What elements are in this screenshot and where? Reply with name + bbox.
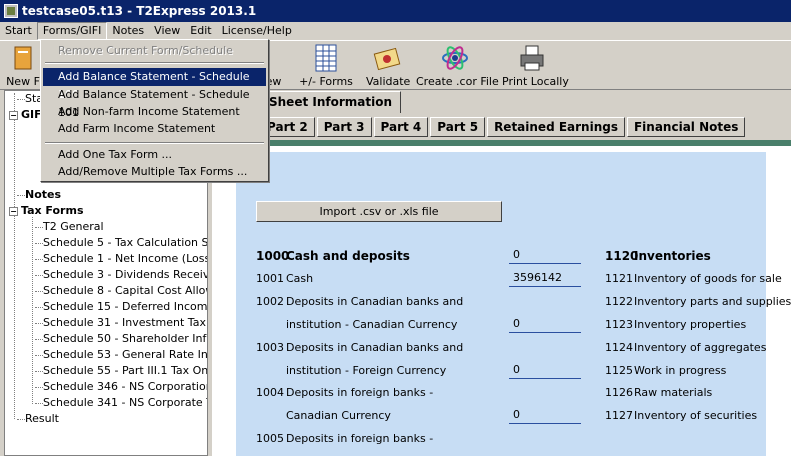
field-code: 1124 [605,341,633,354]
window-title: testcase05.t13 - T2Express 2013.1 [22,4,257,18]
field-label: Deposits in foreign banks - [286,432,434,445]
cash-input[interactable]: 3596142 [509,269,581,287]
field-code: 1002 [256,295,284,308]
field-code: 1000 [256,249,290,263]
new-form-button[interactable]: New F [6,43,40,89]
collapse-icon[interactable]: − [9,206,18,216]
tree-item[interactable]: Schedule 31 - Investment Tax Cre [35,315,207,331]
printer-icon [518,43,546,73]
tree-item[interactable]: Schedule 1 - Net Income (Loss) Fo [35,251,207,267]
menu-bar: Start Forms/GIFI Notes View Edit License… [0,22,791,40]
forms-gifi-dropdown: Remove Current Form/Schedule Add Balance… [40,39,269,182]
tree-node-gifi[interactable]: − GIF [9,107,42,123]
tree-item[interactable]: Schedule 341 - NS Corporate Tax [35,395,207,411]
field-label: Canadian Currency [286,409,391,422]
menu-add-non-farm-income[interactable]: Add Non-farm Income Statement [43,103,266,121]
field-label: Inventory of aggregates [634,341,767,354]
field-label: Deposits in foreign banks - [286,386,434,399]
balance-sheet-panel: Import .csv or .xls file 1000 Cash and d… [236,152,791,456]
menu-forms-gifi[interactable]: Forms/GIFI [36,22,108,40]
tree-item[interactable]: T2 General [35,219,104,235]
field-code: 1005 [256,432,284,445]
field-code: 1003 [256,341,284,354]
cash-deposits-input[interactable]: 0 [509,246,581,264]
forms-grid-icon [312,43,340,73]
field-code: 1121 [605,272,633,285]
menu-add-balance-schedule-101[interactable]: Add Balance Statement - Schedule 101 [43,86,266,119]
collapse-icon[interactable]: − [9,110,18,120]
foreign-banks-cad-input[interactable]: 0 [509,406,581,424]
menu-notes[interactable]: Notes [107,22,149,40]
field-label: Inventory properties [634,318,747,331]
tab-part-4[interactable]: Part 4 [373,117,429,137]
field-code: 1122 [605,295,633,308]
field-label: Deposits in Canadian banks and [286,295,464,308]
field-code: 1125 [605,364,633,377]
tree-item-result[interactable]: Result [17,411,59,427]
field-code: 1123 [605,318,633,331]
tab-financial-notes[interactable]: Financial Notes [626,117,746,137]
field-label: Deposits in Canadian banks and [286,341,464,354]
atom-icon [441,43,469,73]
tree-item[interactable]: Schedule 55 - Part III.1 Tax On E: [35,363,207,379]
tree-item[interactable]: Schedule 53 - General Rate Incom [35,347,207,363]
field-code: 1126 [605,386,633,399]
tree-item[interactable]: Schedule 15 - Deferred Income Pl [35,299,207,315]
menu-start[interactable]: Start [0,22,37,40]
tree-item[interactable]: Schedule 50 - Shareholder Inform [35,331,207,347]
field-label: Inventory parts and supplies [634,295,791,308]
tree-item[interactable]: Schedule 8 - Capital Cost Allowan [35,283,207,299]
field-label: Cash [286,272,314,285]
form-area: Sheet Information Part 2 Part 3 Part 4 P… [212,90,791,456]
menu-add-remove-multiple-tax-forms[interactable]: Add/Remove Multiple Tax Forms ... [43,163,266,181]
print-locally-button[interactable]: Print Locally [502,43,569,89]
app-icon [4,4,18,18]
field-label: institution - Canadian Currency [286,318,458,331]
canadian-banks-foreign-input[interactable]: 0 [509,361,581,379]
canadian-banks-cad-input[interactable]: 0 [509,315,581,333]
menu-add-farm-income[interactable]: Add Farm Income Statement [43,120,266,138]
tab-part-3[interactable]: Part 3 [316,117,372,137]
tab-sheet-information[interactable]: Sheet Information [260,91,402,113]
field-label: institution - Foreign Currency [286,364,447,377]
tree-item[interactable]: Schedule 3 - Dividends Received, [35,267,207,283]
field-label: Cash and deposits [286,249,410,263]
tab-part-5[interactable]: Part 5 [430,117,486,137]
field-label: Inventories [634,249,711,263]
menu-separator [45,62,264,64]
field-code: 1001 [256,272,284,285]
add-remove-forms-button[interactable]: +/- Forms [298,43,354,89]
new-form-icon [9,43,37,73]
menu-add-balance-schedule-100[interactable]: Add Balance Statement - Schedule 100 [43,68,266,101]
field-label: Inventory of goods for sale [634,272,782,285]
tree-item[interactable]: Schedule 5 - Tax Calculation Supp [35,235,207,251]
validate-stamp-icon [373,43,401,73]
tree-node-notes[interactable]: Notes [17,187,61,203]
menu-edit[interactable]: Edit [185,22,216,40]
field-code: 1004 [256,386,284,399]
validate-button[interactable]: Validate [366,43,410,89]
field-label: Work in progress [634,364,727,377]
subtab-bar: Part 2 Part 3 Part 4 Part 5 Retained Ear… [260,117,747,139]
menu-add-one-tax-form[interactable]: Add One Tax Form ... [43,146,266,164]
menu-separator [45,142,264,144]
import-csv-xls-button[interactable]: Import .csv or .xls file [256,201,502,222]
field-code: 1127 [605,409,633,422]
field-label: Inventory of securities [634,409,758,422]
tab-retained-earnings[interactable]: Retained Earnings [487,117,625,137]
tree-item[interactable]: Schedule 346 - NS Corporation Ta [35,379,207,395]
menu-view[interactable]: View [149,22,185,40]
menu-remove-current-form[interactable]: Remove Current Form/Schedule [43,42,266,60]
menu-license-help[interactable]: License/Help [217,22,297,40]
title-bar: testcase05.t13 - T2Express 2013.1 [0,0,791,22]
field-label: Raw materials [634,386,713,399]
tree-node-tax-forms[interactable]: − Tax Forms [9,203,84,219]
create-cor-file-button[interactable]: Create .cor File [416,43,499,89]
